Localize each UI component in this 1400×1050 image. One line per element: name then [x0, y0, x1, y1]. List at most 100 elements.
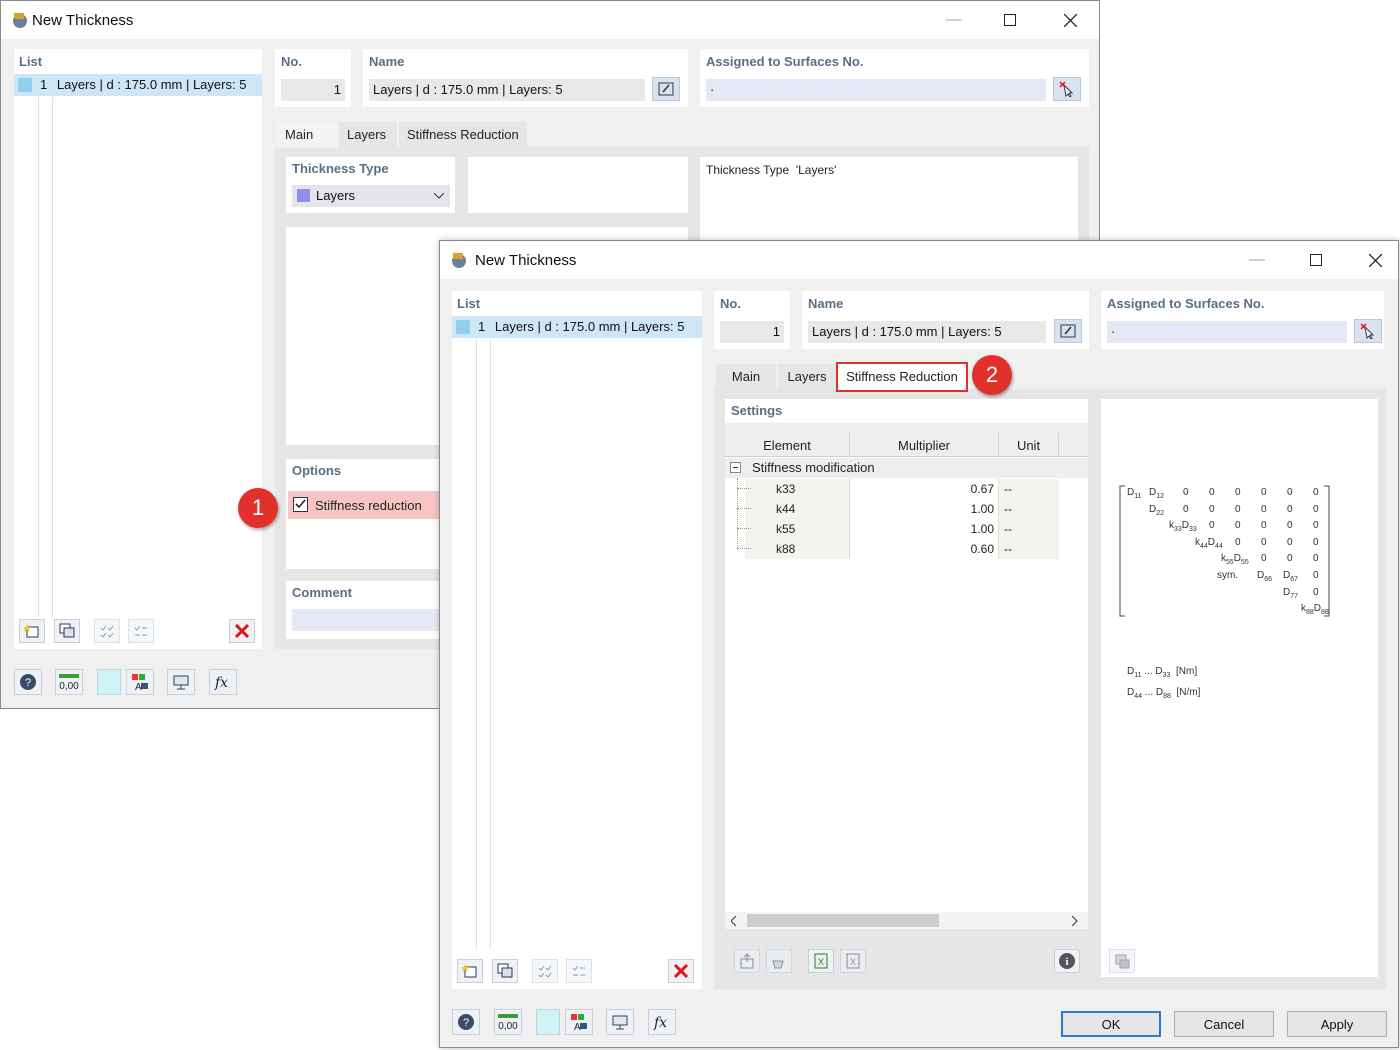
pick-surface-icon[interactable] — [1354, 319, 1382, 343]
table-row[interactable]: k44 1.00 -- — [725, 499, 1088, 519]
front-title-bar: New Thickness — — [440, 241, 1398, 279]
help-icon[interactable]: ? — [14, 669, 42, 695]
horizontal-scrollbar[interactable] — [725, 912, 1088, 929]
check-all-icon[interactable] — [532, 959, 558, 983]
maximize-button[interactable] — [1287, 241, 1345, 279]
matrix-entry: 0 — [1313, 537, 1319, 548]
no-field[interactable]: 1 — [720, 321, 784, 343]
display-icon[interactable]: A — [126, 669, 154, 695]
assigned-field[interactable]: · — [706, 79, 1046, 101]
table-row[interactable]: k33 0.67 -- — [725, 479, 1088, 499]
tab-stiffness-reduction[interactable]: Stiffness Reduction — [399, 122, 527, 148]
scroll-right-icon[interactable] — [1072, 916, 1078, 926]
element-cell: k33 — [737, 479, 850, 499]
assigned-panel: Assigned to Surfaces No. · — [1101, 291, 1384, 349]
tab-main[interactable]: Main — [277, 122, 337, 148]
import-icon[interactable] — [734, 949, 760, 973]
minimize-button[interactable]: — — [1228, 241, 1286, 279]
excel-export-icon[interactable]: X — [808, 949, 834, 973]
matrix-entry: 0 — [1235, 520, 1241, 531]
color-icon[interactable] — [536, 1009, 560, 1035]
info-icon[interactable]: i — [1054, 949, 1080, 973]
units-icon[interactable]: 0,00 — [55, 669, 83, 695]
thickness-type-select[interactable]: Layers — [292, 185, 450, 207]
no-label: No. — [720, 296, 741, 311]
tab-stiffness-reduction[interactable]: Stiffness Reduction — [836, 362, 968, 392]
list-item[interactable]: 1 Layers | d : 175.0 mm | Layers: 5 — [14, 74, 262, 96]
comment-field[interactable] — [292, 609, 446, 631]
color-icon[interactable] — [97, 669, 121, 695]
copy-item-icon[interactable] — [492, 959, 518, 983]
name-field[interactable]: Layers | d : 175.0 mm | Layers: 5 — [369, 79, 645, 101]
help-icon[interactable]: ? — [452, 1009, 480, 1035]
export-graphic-icon[interactable] — [1109, 949, 1135, 973]
matrix-entry: 0 — [1261, 487, 1267, 498]
copy-item-icon[interactable] — [54, 619, 80, 643]
tab-layers[interactable]: Layers — [339, 122, 397, 148]
multiplier-cell[interactable]: 1.00 — [850, 519, 999, 539]
clear-icon[interactable] — [766, 949, 792, 973]
table-row[interactable]: k55 1.00 -- — [725, 519, 1088, 539]
matrix-entry: 0 — [1287, 520, 1293, 531]
uncheck-icon[interactable] — [128, 619, 154, 643]
tab-main[interactable]: Main — [716, 364, 776, 390]
list-item-no: 1 — [478, 319, 486, 334]
units-icon[interactable]: 0,00 — [494, 1009, 522, 1035]
view-icon[interactable] — [606, 1009, 634, 1035]
element-value: k88 — [776, 542, 796, 556]
delete-icon[interactable] — [229, 619, 255, 643]
close-button[interactable] — [1041, 1, 1099, 39]
maximize-button[interactable] — [981, 1, 1039, 39]
formula-icon[interactable]: fx — [648, 1009, 676, 1035]
list-item[interactable]: 1 Layers | d : 175.0 mm | Layers: 5 — [452, 316, 702, 338]
scroll-left-icon[interactable] — [731, 916, 737, 926]
scroll-thumb[interactable] — [747, 914, 939, 927]
cancel-button[interactable]: Cancel — [1174, 1011, 1274, 1037]
delete-icon[interactable] — [668, 959, 694, 983]
unit-cell: -- — [999, 519, 1059, 539]
display-icon[interactable]: A — [565, 1009, 593, 1035]
close-button[interactable] — [1346, 241, 1400, 279]
name-field[interactable]: Layers | d : 175.0 mm | Layers: 5 — [808, 321, 1046, 343]
uncheck-icon[interactable] — [566, 959, 592, 983]
ok-button[interactable]: OK — [1061, 1011, 1161, 1037]
excel-import-icon[interactable]: X — [840, 949, 866, 973]
new-item-icon[interactable] — [19, 619, 45, 643]
new-item-icon[interactable] — [457, 959, 483, 983]
pick-surface-icon[interactable] — [1053, 77, 1081, 101]
group-row[interactable]: Stiffness modification — [725, 458, 1088, 478]
collapse-icon[interactable] — [730, 462, 741, 473]
edit-name-icon[interactable] — [1054, 319, 1082, 343]
element-value: k44 — [776, 502, 796, 516]
multiplier-cell[interactable]: 0.67 — [850, 479, 999, 499]
back-title-bar: New Thickness — — [1, 1, 1099, 39]
element-cell: k44 — [737, 499, 850, 519]
assigned-panel: Assigned to Surfaces No. · — [700, 49, 1089, 107]
view-icon[interactable] — [167, 669, 195, 695]
type-color-swatch — [297, 189, 310, 202]
matrix-entry: 0 — [1235, 537, 1241, 548]
matrix-entry: 0 — [1261, 520, 1267, 531]
assigned-field[interactable]: · — [1107, 321, 1347, 343]
formula-icon[interactable]: fx — [209, 669, 237, 695]
unit-cell: -- — [999, 479, 1059, 499]
matrix-entry: 0 — [1313, 487, 1319, 498]
multiplier-cell[interactable]: 0.60 — [850, 539, 999, 559]
step-badge-1: 1 — [238, 488, 278, 528]
minimize-button[interactable]: — — [925, 1, 983, 39]
color-swatch — [18, 78, 32, 92]
checkbox-checked-icon[interactable] — [293, 497, 308, 512]
table-row[interactable]: k88 0.60 -- — [725, 539, 1088, 559]
tab-layers[interactable]: Layers — [778, 364, 836, 390]
settings-label: Settings — [731, 403, 783, 418]
svg-text:0,00: 0,00 — [498, 1021, 518, 1031]
matrix-entry: D22 — [1149, 504, 1165, 517]
check-all-icon[interactable] — [94, 619, 120, 643]
legend-line-2: D44 ... D88 [N/m] — [1127, 687, 1201, 700]
stiffness-reduction-option[interactable]: Stiffness reduction — [288, 491, 446, 519]
thickness-type-label: Thickness Type — [292, 161, 389, 176]
no-field[interactable]: 1 — [281, 79, 345, 101]
multiplier-cell[interactable]: 1.00 — [850, 499, 999, 519]
apply-button[interactable]: Apply — [1287, 1011, 1387, 1037]
edit-name-icon[interactable] — [652, 77, 680, 101]
